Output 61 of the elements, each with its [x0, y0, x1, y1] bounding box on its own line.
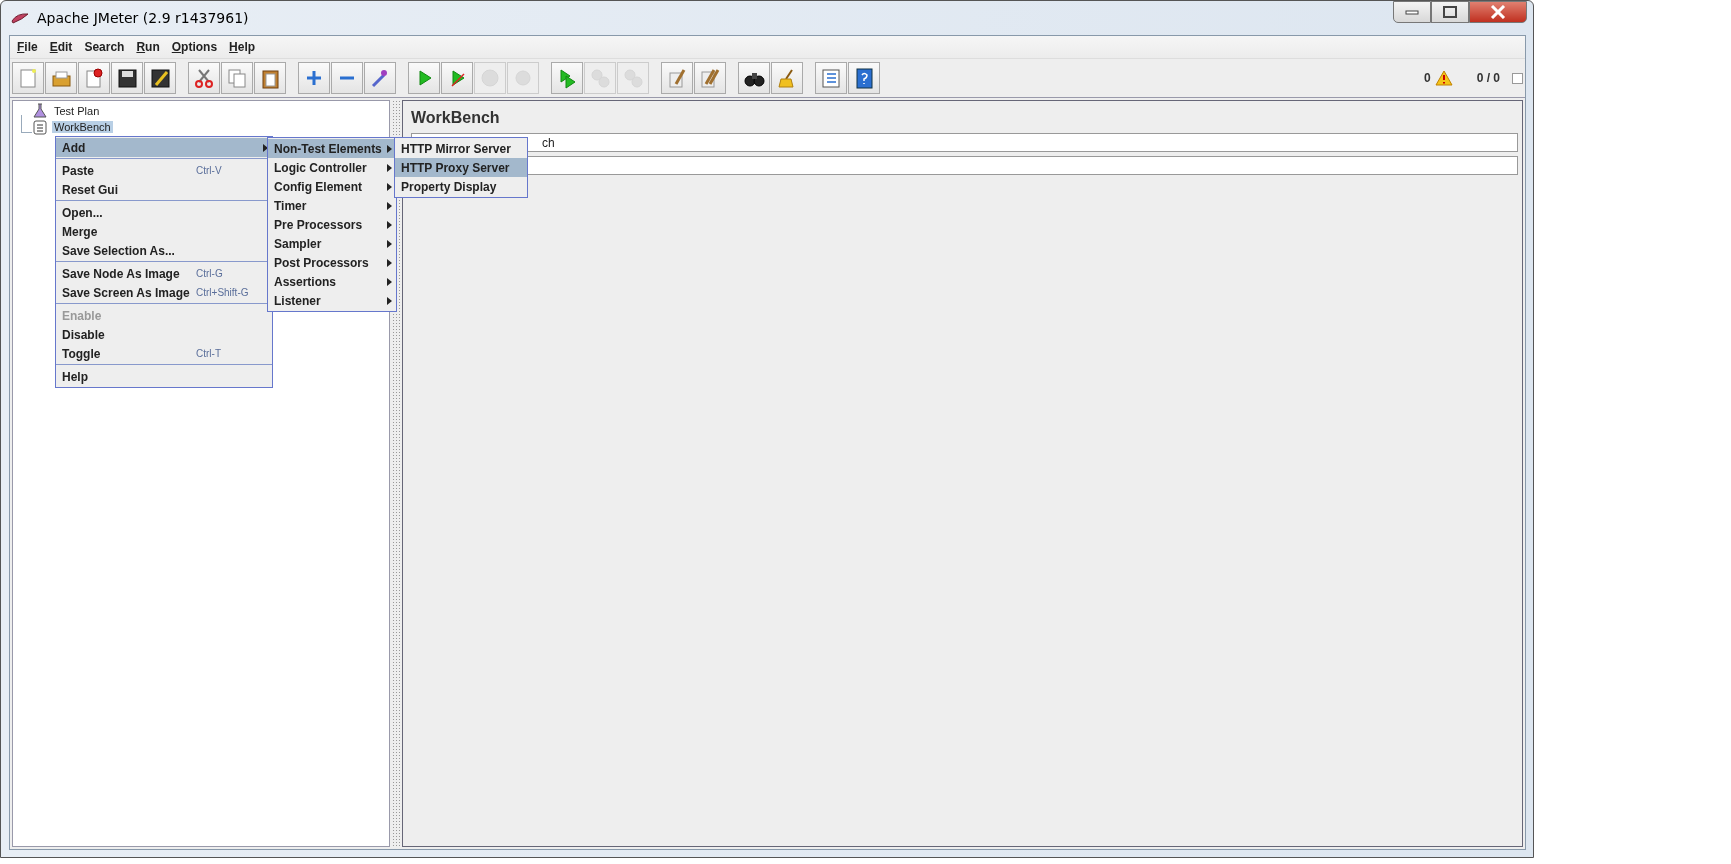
flask-icon: [33, 103, 47, 119]
status-indicator: [1512, 72, 1523, 84]
menu-item[interactable]: Property Display: [395, 177, 527, 196]
list-icon: [820, 67, 842, 89]
submenu-arrow-icon: [387, 182, 392, 191]
submenu-arrow-icon: [387, 220, 392, 229]
tree-node[interactable]: Test Plan: [52, 105, 102, 117]
close-file-icon: [83, 67, 105, 89]
submenu-arrow-icon: [387, 201, 392, 210]
menu-item[interactable]: File: [12, 38, 43, 56]
maximize-button[interactable]: [1431, 1, 1469, 23]
submenu-arrow-icon: [387, 258, 392, 267]
tree-node[interactable]: WorkBench: [52, 121, 113, 133]
submenu-arrow-icon: [387, 144, 392, 153]
menu-item[interactable]: Assertions: [268, 272, 396, 291]
warning-icon: [1434, 70, 1453, 86]
submenu-arrow-icon: [387, 239, 392, 248]
clipboard-icon: [259, 67, 281, 89]
minimize-button[interactable]: [1393, 1, 1431, 23]
menu-item[interactable]: Disable: [56, 325, 272, 344]
menu-item[interactable]: Options: [166, 38, 223, 56]
close-icon: [1490, 5, 1506, 19]
thread-count: 0 / 0: [1476, 71, 1500, 85]
menu-item[interactable]: Help: [56, 367, 272, 386]
menu-item[interactable]: Search: [79, 38, 130, 56]
copy-icon: [226, 67, 248, 89]
menu-item[interactable]: Config Element: [268, 177, 396, 196]
new-file-icon: [17, 67, 39, 89]
menu-item[interactable]: Timer: [268, 196, 396, 215]
scissors-icon: [193, 67, 215, 89]
submenu-arrow-icon: [387, 296, 392, 305]
window-title: Apache JMeter (2.9 r1437961): [37, 10, 249, 26]
toolbar-button[interactable]: [111, 62, 143, 94]
menu-item[interactable]: Pre Processors: [268, 215, 396, 234]
menu-item[interactable]: Toggle Ctrl-T: [56, 344, 272, 363]
menu-item[interactable]: Post Processors: [268, 253, 396, 272]
help-icon: [853, 67, 875, 89]
save-as-icon: [149, 67, 171, 89]
menu-item[interactable]: HTTP Proxy Server: [395, 158, 527, 177]
toolbar-button[interactable]: [848, 62, 880, 94]
submenu-arrow-icon: [387, 277, 392, 286]
toolbar-button[interactable]: [144, 62, 176, 94]
error-count: 0: [1423, 71, 1431, 85]
close-button[interactable]: [1469, 1, 1527, 23]
minus-icon: [340, 76, 354, 80]
menu-item[interactable]: Non-Test Elements: [268, 139, 396, 158]
submenu-arrow-icon: [263, 143, 268, 152]
menu-item[interactable]: Run: [131, 38, 165, 56]
maximize-icon: [1443, 6, 1457, 18]
menu-item[interactable]: Sampler: [268, 234, 396, 253]
minimize-icon: [1405, 9, 1419, 15]
menu-item[interactable]: Help: [224, 38, 261, 56]
menu-item[interactable]: Logic Controller: [268, 158, 396, 177]
tree-connector: [21, 115, 32, 133]
submenu-arrow-icon: [387, 163, 392, 172]
toolbar-button[interactable]: [738, 62, 770, 94]
clipboard-list-icon: [33, 119, 47, 135]
panel-title: WorkBench: [411, 109, 501, 128]
menu-item[interactable]: Edit: [44, 38, 78, 56]
feather-icon: [11, 11, 29, 25]
toolbar-button[interactable]: [78, 62, 110, 94]
